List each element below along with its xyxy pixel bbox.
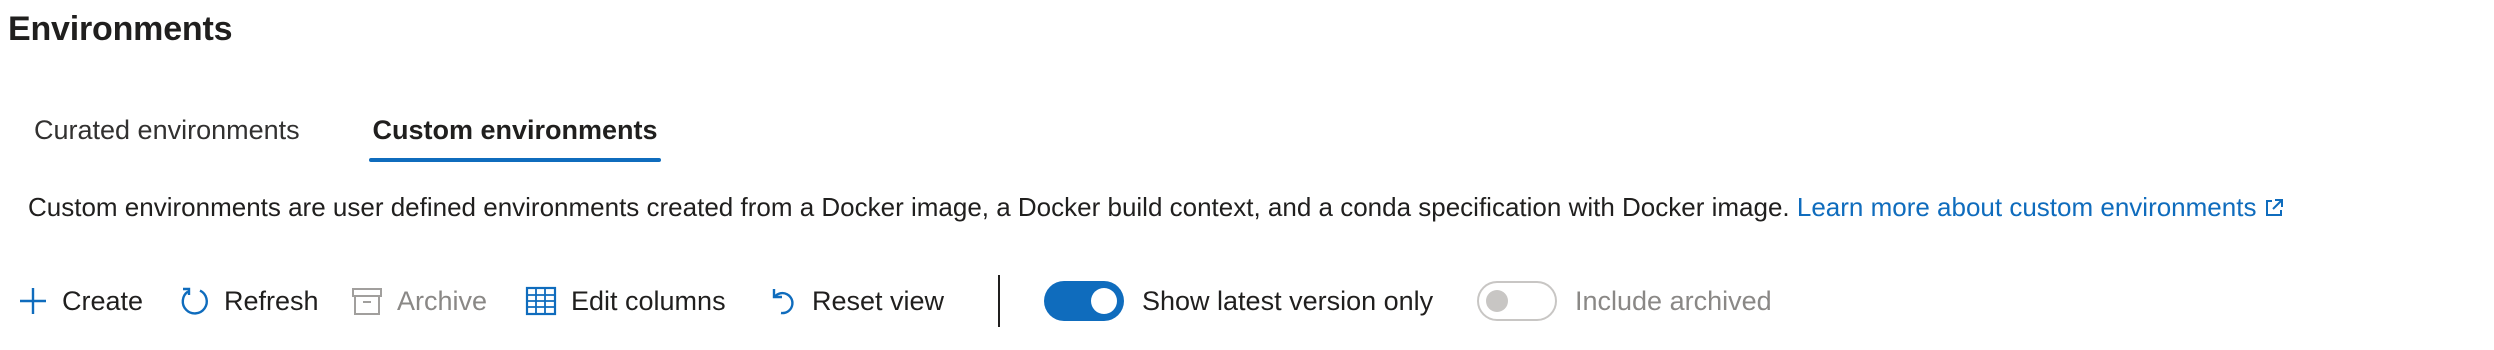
switch-knob [1486,290,1508,312]
toolbar-divider [998,275,1000,327]
edit-columns-label: Edit columns [571,285,726,316]
tab-custom-label: Custom environments [372,114,658,145]
show-latest-label: Show latest version only [1142,285,1434,316]
refresh-label: Refresh [224,285,319,316]
archive-button[interactable]: Archive [351,276,525,326]
description: Custom environments are user defined env… [28,192,2284,225]
description-text: Custom environments are user defined env… [28,192,1790,222]
refresh-icon [178,285,210,317]
show-latest-switch[interactable] [1044,281,1124,321]
include-archived-switch[interactable] [1477,281,1557,321]
switch-knob [1091,288,1117,314]
learn-more-link[interactable]: Learn more about custom environments [1797,192,2285,222]
tab-curated-environments[interactable]: Curated environments [34,95,324,165]
create-label: Create [62,285,144,316]
reset-view-button[interactable]: Reset view [768,276,998,326]
external-link-icon [2264,194,2284,225]
show-latest-toggle[interactable]: Show latest version only [1044,276,1477,326]
learn-more-label: Learn more about custom environments [1796,192,2257,222]
environments-page: Environments Curated environments Custom… [0,0,2494,350]
include-archived-label: Include archived [1575,285,1772,316]
reset-view-label: Reset view [812,285,945,316]
edit-columns-icon [525,285,557,317]
edit-columns-button[interactable]: Edit columns [525,276,768,326]
tab-custom-environments[interactable]: Custom environments [369,95,661,165]
page-title: Environments [8,10,233,48]
plus-icon [18,286,48,316]
refresh-button[interactable]: Refresh [178,276,351,326]
archive-icon [351,286,383,316]
tab-curated-label: Curated environments [34,114,300,145]
include-archived-toggle[interactable]: Include archived [1477,276,1772,326]
create-button[interactable]: Create [18,276,178,326]
command-bar: Create Refresh Archive Edit columns Rese [18,275,1772,327]
undo-icon [768,285,798,317]
archive-label: Archive [397,285,488,316]
